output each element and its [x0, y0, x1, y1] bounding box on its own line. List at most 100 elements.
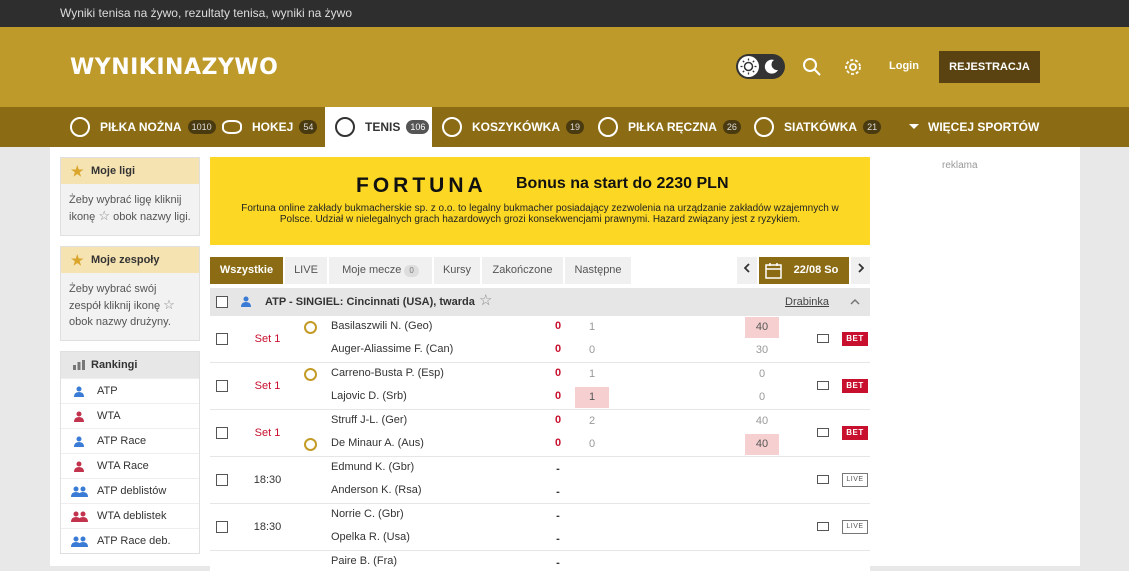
ranking-label: ATP deblistów	[97, 485, 167, 497]
home-score: -	[556, 463, 560, 475]
away-score: 0	[554, 437, 562, 449]
gear-icon[interactable]	[843, 57, 863, 77]
ranking-label: ATP Race deb.	[97, 535, 171, 547]
star-outline-icon: ☆	[98, 208, 111, 223]
match-row[interactable]: 18:30 Edmund K. (Gbr) Anderson K. (Rsa) …	[210, 457, 870, 504]
league-checkbox[interactable]	[216, 296, 228, 308]
away-points: 30	[755, 344, 769, 356]
ranking-wta-race[interactable]: WTA Race	[61, 453, 199, 478]
ranking-wta[interactable]: WTA	[61, 403, 199, 428]
star-outline-icon: ☆	[163, 297, 175, 312]
tv-icon[interactable]	[817, 334, 829, 343]
login-link[interactable]: Login	[889, 60, 919, 72]
league-name[interactable]: ATP - SINGIEL: Cincinnati (USA), twarda	[265, 296, 475, 308]
person-icon	[74, 411, 84, 422]
ranking-atp-doubles[interactable]: ATP deblistów	[61, 478, 199, 503]
tab-my-matches[interactable]: Moje mecze 0	[329, 257, 432, 284]
home-score: 0	[554, 367, 562, 379]
theme-toggle[interactable]	[736, 54, 785, 79]
sport-tab-volleyball[interactable]: SIATKÓWKA 21	[744, 107, 891, 147]
bet-button[interactable]: BET	[842, 426, 868, 440]
home-player: Struff J-L. (Ger)	[331, 414, 408, 426]
top-banner: Wyniki tenisa na żywo, rezultaty tenisa,…	[0, 0, 1129, 27]
tab-odds[interactable]: Kursy	[434, 257, 480, 284]
my-leagues-text: Żeby wybrać ligę kliknij ikonę ☆ obok na…	[61, 184, 199, 235]
bar-chart-icon	[73, 360, 85, 370]
away-score: -	[556, 486, 560, 498]
person-icon	[74, 386, 84, 397]
match-row[interactable]: 18:30 Norrie C. (Gbr) Opelka R. (Usa) - …	[210, 504, 870, 551]
sport-tab-soccer[interactable]: PIŁKA NOŻNA 1010	[60, 107, 226, 147]
sport-count: 26	[722, 120, 741, 134]
date-picker[interactable]: 22/08 So	[759, 257, 849, 284]
chevron-up-icon[interactable]	[850, 298, 860, 305]
search-icon[interactable]	[802, 57, 822, 77]
ranking-atp-race[interactable]: ATP Race	[61, 428, 199, 453]
home-points: 0	[758, 368, 766, 380]
bet-button[interactable]: BET	[842, 332, 868, 346]
away-player: Opelka R. (Usa)	[331, 531, 410, 543]
fortuna-logo: FORTUNA	[356, 174, 487, 197]
sun-icon	[738, 56, 759, 77]
sport-count: 19	[566, 120, 585, 134]
tv-icon[interactable]	[817, 522, 829, 531]
fortuna-banner[interactable]: FORTUNA Bonus na start do 2230 PLN Fortu…	[210, 157, 870, 245]
match-time: 18:30	[253, 521, 282, 533]
bet-button[interactable]: BET	[842, 379, 868, 393]
sport-label: PIŁKA RĘCZNA	[628, 120, 717, 134]
match-checkbox[interactable]	[216, 521, 228, 533]
ranking-atp-race-doubles[interactable]: ATP Race deb.	[61, 528, 199, 553]
sport-tab-tennis[interactable]: TENIS 106	[325, 107, 432, 147]
home-points: 40	[755, 415, 769, 427]
site-header: WYNIKINAZYWO Login REJESTRACJA	[0, 27, 1129, 107]
sport-tab-handball[interactable]: PIŁKA RĘCZNA 26	[588, 107, 751, 147]
away-set-games: 0	[588, 438, 596, 450]
away-points: 0	[758, 391, 766, 403]
ranking-wta-doubles[interactable]: WTA deblistek	[61, 503, 199, 528]
match-checkbox[interactable]	[216, 333, 228, 345]
tab-my-matches-label: Moje mecze	[342, 264, 402, 276]
my-matches-count: 0	[404, 265, 419, 277]
rankings-header: Rankingi	[61, 352, 199, 378]
star-icon: ★	[71, 163, 84, 179]
sport-label: KOSZYKÓWKA	[472, 120, 560, 134]
tab-all[interactable]: Wszystkie	[210, 257, 283, 284]
sport-tab-basketball[interactable]: KOSZYKÓWKA 19	[432, 107, 594, 147]
home-score: 0	[554, 414, 562, 426]
draw-link[interactable]: Drabinka	[785, 296, 829, 308]
tv-icon[interactable]	[817, 381, 829, 390]
match-checkbox[interactable]	[216, 380, 228, 392]
my-leagues-header: ★ Moje ligi	[61, 158, 199, 184]
match-checkbox[interactable]	[216, 427, 228, 439]
match-checkbox[interactable]	[216, 474, 228, 486]
live-button[interactable]: LIVE	[842, 473, 868, 487]
rankings-title: Rankingi	[91, 359, 138, 371]
away-score: 0	[554, 343, 562, 355]
match-row[interactable]: Paire B. (Fra) -	[210, 551, 870, 571]
tv-icon[interactable]	[817, 475, 829, 484]
sport-tab-hockey[interactable]: HOKEJ 54	[212, 107, 327, 147]
tv-icon[interactable]	[817, 428, 829, 437]
prev-day-button[interactable]	[737, 257, 757, 284]
site-logo[interactable]: WYNIKINAZYWO	[70, 55, 278, 80]
handball-icon	[598, 117, 618, 137]
match-row[interactable]: Set 1 Carreno-Busta P. (Esp) Lajovic D. …	[210, 363, 870, 410]
my-teams-title: Moje zespoły	[91, 254, 160, 266]
match-row[interactable]: Set 1 Basilaszwili N. (Geo) Auger-Aliass…	[210, 316, 870, 363]
match-stage: Set 1	[254, 427, 281, 439]
match-row[interactable]: Set 1 Struff J-L. (Ger) De Minaur A. (Au…	[210, 410, 870, 457]
tab-next[interactable]: Następne	[565, 257, 631, 284]
ranking-atp[interactable]: ATP	[61, 378, 199, 403]
tab-live[interactable]: LIVE	[285, 257, 327, 284]
tab-finished[interactable]: Zakończone	[482, 257, 563, 284]
volleyball-icon	[754, 117, 774, 137]
hockey-puck-icon	[222, 120, 242, 134]
star-outline-icon[interactable]: ☆	[479, 291, 492, 309]
sport-count: 54	[299, 120, 318, 134]
more-sports-dropdown[interactable]: WIĘCEJ SPORTÓW	[898, 107, 1049, 147]
next-day-button[interactable]	[851, 257, 870, 284]
sport-navigation: PIŁKA NOŻNA 1010 HOKEJ 54 TENIS 106 KOSZ…	[0, 107, 1129, 147]
register-button[interactable]: REJESTRACJA	[939, 51, 1040, 83]
live-button[interactable]: LIVE	[842, 520, 868, 534]
my-teams-box: ★ Moje zespoły Żeby wybrać swój zespół k…	[60, 246, 200, 341]
